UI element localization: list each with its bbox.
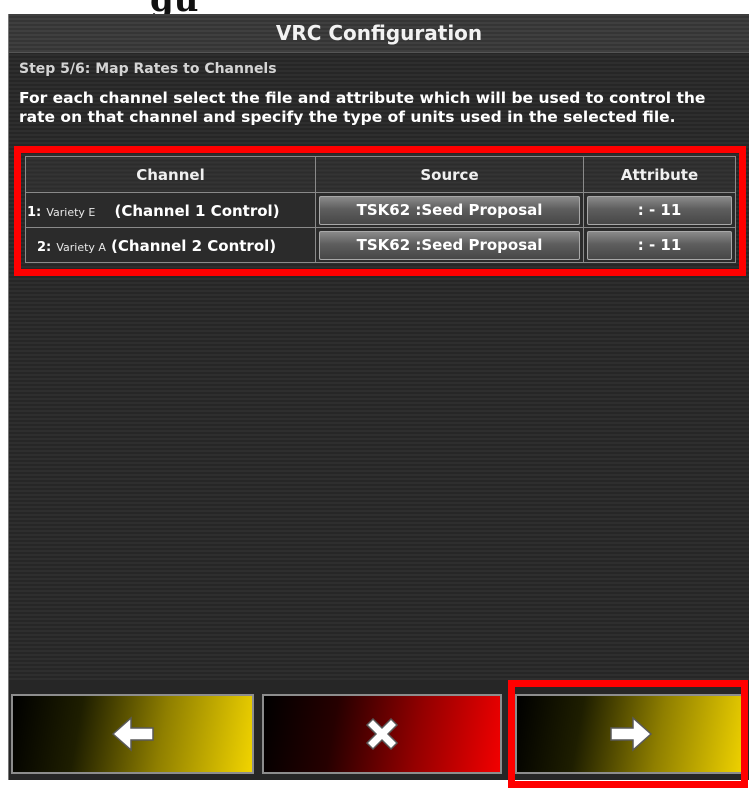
title-bar: VRC Configuration xyxy=(9,14,749,53)
channel-cell: 1: Variety E (Channel 1 Control) xyxy=(25,192,316,228)
attribute-select-button[interactable]: : - 11 xyxy=(587,195,732,225)
attribute-cell: : - 11 xyxy=(583,192,736,228)
next-button[interactable] xyxy=(515,694,747,774)
arrow-right-icon xyxy=(610,716,653,752)
channel-mapping-table: Channel Source Attribute 1: Variety E (C… xyxy=(25,156,736,263)
attribute-column-header: Attribute xyxy=(583,156,736,193)
source-cell: TSK62 :Seed Proposal xyxy=(315,227,584,263)
channel-variety: Variety A xyxy=(56,240,106,254)
channel-number: 1: xyxy=(27,204,42,220)
attribute-cell: : - 11 xyxy=(583,227,736,263)
dialog-title: VRC Configuration xyxy=(275,21,483,45)
source-cell: TSK62 :Seed Proposal xyxy=(315,192,584,228)
close-x-icon xyxy=(365,717,399,751)
channel-control-label: (Channel 1 Control) xyxy=(114,201,280,220)
step-label: Step 5/6: Map Rates to Channels xyxy=(19,61,277,77)
vrc-configuration-dialog: VRC Configuration Step 5/6: Map Rates to… xyxy=(8,14,749,780)
back-button[interactable] xyxy=(11,694,254,774)
table-row: 1: Variety E (Channel 1 Control) TSK62 :… xyxy=(25,192,736,228)
source-select-button[interactable]: TSK62 :Seed Proposal xyxy=(319,230,580,260)
cancel-button[interactable] xyxy=(262,694,502,774)
channel-column-header: Channel xyxy=(25,156,316,193)
arrow-left-icon xyxy=(111,716,154,752)
channel-control-label: (Channel 2 Control) xyxy=(111,236,277,255)
channel-variety: Variety E xyxy=(46,205,96,219)
attribute-select-button[interactable]: : - 11 xyxy=(587,230,732,260)
source-column-header: Source xyxy=(315,156,584,193)
instructions-text: For each channel select the file and att… xyxy=(19,89,706,126)
table-row: 2: Variety A (Channel 2 Control) TSK62 :… xyxy=(25,227,736,263)
channel-cell: 2: Variety A (Channel 2 Control) xyxy=(25,227,316,263)
source-select-button[interactable]: TSK62 :Seed Proposal xyxy=(319,195,580,225)
channel-number: 2: xyxy=(37,239,52,255)
table-header-row: Channel Source Attribute xyxy=(25,156,736,193)
